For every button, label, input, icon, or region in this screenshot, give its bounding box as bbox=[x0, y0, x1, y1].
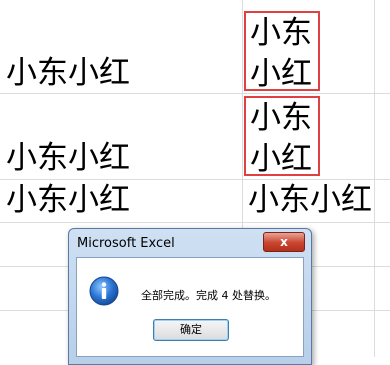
close-button[interactable]: x bbox=[263, 232, 305, 252]
row-divider bbox=[0, 179, 390, 180]
info-icon bbox=[89, 276, 119, 306]
cell-b1-line2: 小红 bbox=[250, 56, 312, 92]
dialog-body: 全部完成。完成 4 处替换。 确定 bbox=[76, 257, 304, 357]
row-divider bbox=[0, 222, 390, 223]
ok-button[interactable]: 确定 bbox=[153, 319, 229, 341]
row-divider bbox=[0, 93, 390, 94]
cell-a1[interactable]: 小东小红 bbox=[6, 58, 130, 89]
cell-b1-highlight[interactable]: 小东 小红 bbox=[244, 11, 320, 91]
cell-b1-line1: 小东 bbox=[250, 15, 312, 51]
cell-b3[interactable]: 小东小红 bbox=[248, 185, 372, 216]
column-divider bbox=[374, 0, 375, 357]
excel-message-dialog: Microsoft Excel x 全部完成。完成 4 处替换。 确定 bbox=[68, 228, 312, 365]
cell-b2-line2: 小红 bbox=[250, 141, 312, 177]
cell-a3[interactable]: 小东小红 bbox=[6, 185, 130, 216]
dialog-title: Microsoft Excel bbox=[77, 236, 175, 251]
cell-b2-line1: 小东 bbox=[250, 100, 312, 136]
cell-a2[interactable]: 小东小红 bbox=[6, 143, 130, 174]
cell-b2-highlight[interactable]: 小东 小红 bbox=[244, 96, 320, 176]
dialog-message: 全部完成。完成 4 处替换。 bbox=[141, 289, 276, 302]
